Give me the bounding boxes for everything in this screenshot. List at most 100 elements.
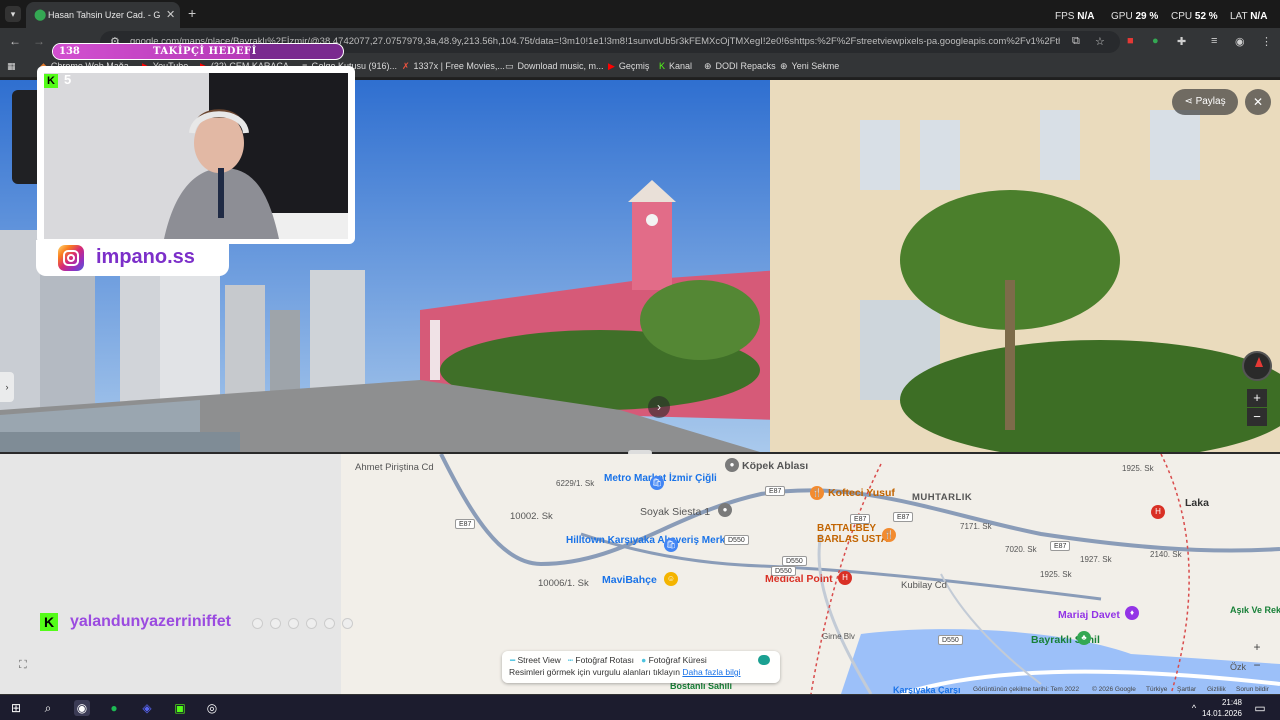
back-arrow-icon[interactable]: ← xyxy=(9,34,21,48)
compass-needle xyxy=(1255,357,1263,367)
map-poi-label[interactable]: Hilltown Karşıyaka Alışveriş Merkezi xyxy=(566,535,739,546)
search-icon[interactable]: ⌕ xyxy=(40,700,56,716)
shopping-pin-icon[interactable]: 🛍 xyxy=(664,538,678,552)
windows-start-icon[interactable]: ⊞ xyxy=(8,700,24,716)
zoom-in-button[interactable]: + xyxy=(1247,389,1267,407)
hospital-pin-icon[interactable]: H xyxy=(838,571,852,585)
extension-red-icon[interactable]: ■ xyxy=(1127,35,1134,47)
hud-gpu: GPU 29 % xyxy=(1111,11,1158,22)
restaurant-pin-icon[interactable]: 🍴 xyxy=(810,486,824,500)
map-label: Kubilay Cd xyxy=(901,580,947,591)
restaurant-pin-icon[interactable]: 🍴 xyxy=(882,528,896,542)
bookmark-star-icon[interactable]: ☆ xyxy=(1095,35,1105,48)
share-button[interactable]: ⋖ Paylaş xyxy=(1172,89,1238,115)
legend-row: ━ Street View ┅ Fotoğraf Rotası ● Fotoğr… xyxy=(510,655,707,666)
taskbar-clock[interactable]: 21:48 14.01.2026 xyxy=(1198,697,1242,719)
country-link[interactable]: Türkiye xyxy=(1146,686,1167,693)
hud-lat-value: N/A xyxy=(1250,11,1268,22)
bookmark-label: Download music, m... xyxy=(517,61,604,71)
map-zoom-in-button[interactable]: + xyxy=(1250,640,1264,656)
bookmark-1337x[interactable]: ✗ 1337x | Free Movies,... xyxy=(402,61,505,72)
move-forward-chevron-icon[interactable]: › xyxy=(648,396,670,418)
map-label: 1925. Sk xyxy=(1040,570,1072,579)
browser-tab[interactable]: ⬤ Hasan Tahsin Uzer Cad. - Google ✕ xyxy=(26,2,180,28)
menu-kebab-icon[interactable]: ⋮ xyxy=(1261,35,1272,48)
map-label: Ahmet Piriştina Cd xyxy=(355,462,434,473)
map-poi-label[interactable]: Laka xyxy=(1185,497,1209,509)
venue-pin-icon[interactable]: ♦ xyxy=(1125,606,1139,620)
bookmark-label: Geçmiş xyxy=(618,61,650,71)
privacy-link[interactable]: Gizlilik xyxy=(1207,686,1226,693)
terms-link[interactable]: Şartlar xyxy=(1177,686,1196,693)
map-pin-icon[interactable]: ● xyxy=(725,458,739,472)
map-side-panel xyxy=(0,454,341,694)
kick-taskbar-icon[interactable]: ▣ xyxy=(172,700,188,716)
obs-taskbar-icon[interactable]: ◎ xyxy=(204,700,220,716)
hud-fps: FPS N/A xyxy=(1055,11,1094,22)
apps-grid-icon[interactable]: ▦ xyxy=(7,61,16,72)
streetview-legend: ━ Street View ┅ Fotoğraf Rotası ● Fotoğr… xyxy=(502,651,780,683)
follower-goal-count: 138 xyxy=(59,46,80,57)
map-label: 10002. Sk xyxy=(510,511,553,522)
bookmark-dodi[interactable]: ⊕ DODI Repacks xyxy=(704,61,776,72)
map-poi-label[interactable]: BATTALBEY BARLAS USTA xyxy=(817,523,889,545)
legend-more-link[interactable]: Daha fazla bilgi xyxy=(682,667,740,677)
open-in-app-icon[interactable]: ⧉ xyxy=(1072,35,1080,48)
hud-fps-label: FPS xyxy=(1055,11,1075,22)
photo-sphere-dot-icon: ● xyxy=(641,655,647,665)
map-pin-icon[interactable]: ● xyxy=(718,503,732,517)
forward-arrow-icon[interactable]: → xyxy=(33,34,45,48)
map-poi-label[interactable]: Mariaj Davet xyxy=(1058,609,1120,621)
media-controls-icon[interactable]: ≡ xyxy=(1211,35,1217,47)
globe-icon: ⊕ xyxy=(704,61,712,71)
tab-search-chevron-icon[interactable]: ▾ xyxy=(5,6,21,22)
kick-viewer-count: 5 xyxy=(64,72,72,87)
extension-shield-icon[interactable]: ● xyxy=(1152,35,1159,47)
park-pin-icon[interactable]: ♣ xyxy=(1077,631,1091,645)
hud-cpu-value: 52 % xyxy=(1194,11,1218,22)
road-shield: D550 xyxy=(782,556,807,566)
map-label: 1925. Sk xyxy=(1122,464,1154,473)
map-label: 10006/1. Sk xyxy=(538,578,589,589)
image-capture-date: Görüntünün çekilme tarihi: Tem 2022 xyxy=(973,686,1080,693)
bookmark-label: 1337x | Free Movies,... xyxy=(413,61,505,71)
kick-icon: K xyxy=(659,61,666,71)
legend-photo-route: Fotoğraf Rotası xyxy=(575,655,634,665)
map-poi-label[interactable]: Aşık Ve Rekreas xyxy=(1230,605,1280,615)
hospital-pin-icon[interactable]: H xyxy=(1151,505,1165,519)
tab-title: Hasan Tahsin Uzer Cad. - Google xyxy=(48,10,160,20)
pegman-icon[interactable]: ☺ xyxy=(664,572,678,586)
extensions-puzzle-icon[interactable]: ✚ xyxy=(1177,35,1186,48)
bookmark-yeni-sekme[interactable]: ⊕ Yeni Sekme xyxy=(780,61,839,72)
chrome-taskbar-icon[interactable]: ◉ xyxy=(74,700,90,716)
fullscreen-icon[interactable]: ⛶ xyxy=(19,659,37,675)
discord-taskbar-icon[interactable]: ◈ xyxy=(139,700,155,716)
close-streetview-icon[interactable]: ✕ xyxy=(1245,89,1271,115)
map-poi-label[interactable]: Kofteci Yusuf xyxy=(828,487,895,499)
notification-icon[interactable]: ▭ xyxy=(1252,700,1268,716)
road-shield: E87 xyxy=(850,514,871,524)
report-link[interactable]: Sorun bildir xyxy=(1236,686,1269,693)
zoom-out-button[interactable]: − xyxy=(1247,408,1267,426)
street-view-side-panel xyxy=(12,90,38,184)
webcam-feed xyxy=(44,73,348,239)
tab-close-icon[interactable]: ✕ xyxy=(166,8,175,21)
bookmark-kanal[interactable]: K Kanal xyxy=(659,61,692,71)
bookmark-download-music[interactable]: ▭ Download music, m... xyxy=(505,61,604,72)
map-zoom-out-button[interactable]: − xyxy=(1250,658,1264,674)
compass-icon[interactable] xyxy=(1242,351,1272,381)
spotify-taskbar-icon[interactable]: ● xyxy=(106,700,122,716)
new-tab-plus-icon[interactable]: + xyxy=(188,5,196,21)
street-view-line-icon: ━ xyxy=(510,655,516,665)
shopping-pin-icon[interactable]: 🛍 xyxy=(650,476,664,490)
profile-icon[interactable]: ◉ xyxy=(1235,35,1245,48)
instagram-handle: impano.ss xyxy=(96,246,195,268)
expand-panel-arrow-icon[interactable]: › xyxy=(0,372,14,402)
map-poi-label[interactable]: Köpek Ablası xyxy=(742,460,808,472)
legend-toggle[interactable] xyxy=(758,655,770,665)
map-poi-label[interactable]: MaviBahçe xyxy=(602,574,657,586)
hud-cpu: CPU 52 % xyxy=(1171,11,1218,22)
bookmark-gecmis[interactable]: ▶ Geçmiş xyxy=(608,61,649,72)
screen: ▾ ⬤ Hasan Tahsin Uzer Cad. - Google ✕ + … xyxy=(0,0,1280,720)
map-label: 1927. Sk xyxy=(1080,555,1112,564)
